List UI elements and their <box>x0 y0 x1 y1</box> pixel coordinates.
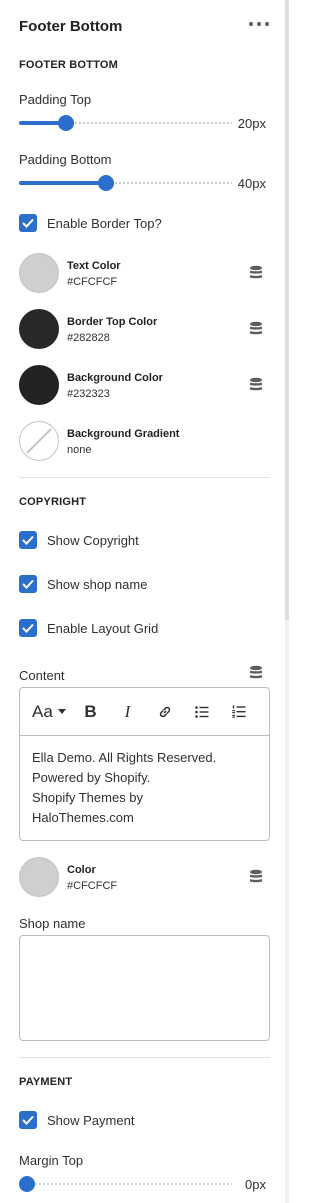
color-value: none <box>67 444 92 456</box>
checkmark-icon <box>22 579 34 589</box>
color-value: #CFCFCF <box>67 880 118 892</box>
color-swatch[interactable] <box>19 253 59 293</box>
color-value: #CFCFCF <box>67 276 118 288</box>
settings-panel: Footer Bottom FOOTER BOTTOM Padding Top … <box>0 0 285 1203</box>
database-icon[interactable] <box>249 321 263 336</box>
background-gradient-picker[interactable]: Background Gradient none <box>19 421 269 461</box>
enable-border-top-checkbox-row[interactable]: Enable Border Top? <box>19 213 162 233</box>
copyright-color-picker[interactable]: Color #CFCFCF <box>19 857 269 897</box>
show-payment-checkbox[interactable] <box>19 1111 37 1129</box>
checkmark-icon <box>22 218 34 228</box>
padding-top-value: 20px <box>237 116 266 131</box>
slider-thumb[interactable] <box>57 115 74 131</box>
editor-toolbar: Aa B I <box>20 688 269 736</box>
color-swatch[interactable] <box>19 365 59 405</box>
link-icon <box>159 706 170 717</box>
none-slash-icon <box>26 428 52 454</box>
color-name: Background Color <box>67 372 163 384</box>
show-payment-label: Show Payment <box>47 1112 135 1128</box>
caret-down-icon <box>57 709 66 714</box>
divider <box>19 477 270 478</box>
section-label-payment: PAYMENT <box>19 1076 73 1088</box>
color-value: #282828 <box>67 332 110 344</box>
content-line: HaloThemes.com <box>32 810 134 825</box>
show-copyright-checkbox-row[interactable]: Show Copyright <box>19 530 139 550</box>
checkmark-icon <box>22 623 34 633</box>
content-label: Content <box>19 668 65 683</box>
database-icon[interactable] <box>249 377 263 392</box>
database-icon[interactable] <box>249 869 263 884</box>
database-icon[interactable] <box>249 265 263 280</box>
checkmark-icon <box>22 535 34 545</box>
color-name: Color <box>67 864 96 876</box>
numbered-list-icon <box>231 705 245 718</box>
show-shop-name-checkbox-row[interactable]: Show shop name <box>19 574 147 594</box>
color-swatch[interactable] <box>19 857 59 897</box>
color-swatch[interactable] <box>19 309 59 349</box>
panel-title: Footer Bottom <box>19 18 123 35</box>
scrollbar-track[interactable] <box>285 0 289 1203</box>
section-label-copyright: COPYRIGHT <box>19 496 87 508</box>
color-name: Border Top Color <box>67 316 158 328</box>
border-top-color-picker[interactable]: Border Top Color #282828 <box>19 309 269 349</box>
show-copyright-checkbox[interactable] <box>19 531 37 549</box>
more-icon[interactable] <box>249 16 269 32</box>
database-icon[interactable] <box>249 665 263 680</box>
bold-button[interactable]: B <box>72 700 109 724</box>
padding-top-slider[interactable] <box>19 115 232 131</box>
text-color-picker[interactable]: Text Color #CFCFCF <box>19 253 269 293</box>
padding-bottom-slider[interactable] <box>19 175 232 191</box>
content-line: Powered by Shopify. <box>32 770 151 785</box>
link-button[interactable] <box>146 700 183 724</box>
section-label-footer-bottom: FOOTER BOTTOM <box>19 59 118 71</box>
panel-header: Footer Bottom <box>19 18 269 42</box>
editor-content[interactable]: Ella Demo. All Rights Reserved. Powered … <box>20 736 269 840</box>
enable-border-top-checkbox[interactable] <box>19 214 37 232</box>
margin-top-value: 0px <box>245 1177 266 1192</box>
enable-layout-grid-label: Enable Layout Grid <box>47 620 159 636</box>
color-name: Background Gradient <box>67 428 180 440</box>
show-copyright-label: Show Copyright <box>47 532 139 548</box>
slider-thumb[interactable] <box>19 1176 35 1192</box>
slider-track <box>27 1183 232 1185</box>
font-style-dropdown[interactable]: Aa <box>32 700 72 724</box>
enable-layout-grid-checkbox[interactable] <box>19 619 37 637</box>
slider-thumb[interactable] <box>98 175 115 191</box>
bullet-list-button[interactable] <box>183 700 220 724</box>
margin-top-label: Margin Top <box>19 1153 84 1168</box>
rich-text-editor[interactable]: Aa B I Ella Demo. All Rights Reserved. P… <box>19 687 270 841</box>
content-line: Shopify Themes by <box>32 790 144 805</box>
gradient-swatch-none[interactable] <box>19 421 59 461</box>
padding-bottom-label: Padding Bottom <box>19 152 112 167</box>
padding-top-label: Padding Top <box>19 92 92 107</box>
enable-border-top-label: Enable Border Top? <box>47 215 162 231</box>
show-shop-name-label: Show shop name <box>47 576 148 592</box>
padding-bottom-value: 40px <box>237 176 266 191</box>
slider-fill <box>19 181 107 185</box>
italic-button[interactable]: I <box>109 700 146 724</box>
checkmark-icon <box>22 1115 34 1125</box>
show-shop-name-checkbox[interactable] <box>19 575 37 593</box>
shop-name-label: Shop name <box>19 916 86 931</box>
divider <box>19 1057 270 1058</box>
color-value: #232323 <box>67 388 110 400</box>
background-color-picker[interactable]: Background Color #232323 <box>19 365 269 405</box>
show-payment-checkbox-row[interactable]: Show Payment <box>19 1110 134 1130</box>
enable-layout-grid-checkbox-row[interactable]: Enable Layout Grid <box>19 618 158 638</box>
scrollbar-thumb[interactable] <box>285 0 289 620</box>
margin-top-slider[interactable] <box>19 1176 232 1192</box>
font-style-label: Aa <box>32 701 53 721</box>
content-line: Ella Demo. All Rights Reserved. <box>32 750 217 765</box>
numbered-list-button[interactable] <box>220 700 257 724</box>
shop-name-textarea[interactable] <box>19 935 270 1041</box>
bullet-list-icon <box>194 705 208 718</box>
color-name: Text Color <box>67 260 121 272</box>
